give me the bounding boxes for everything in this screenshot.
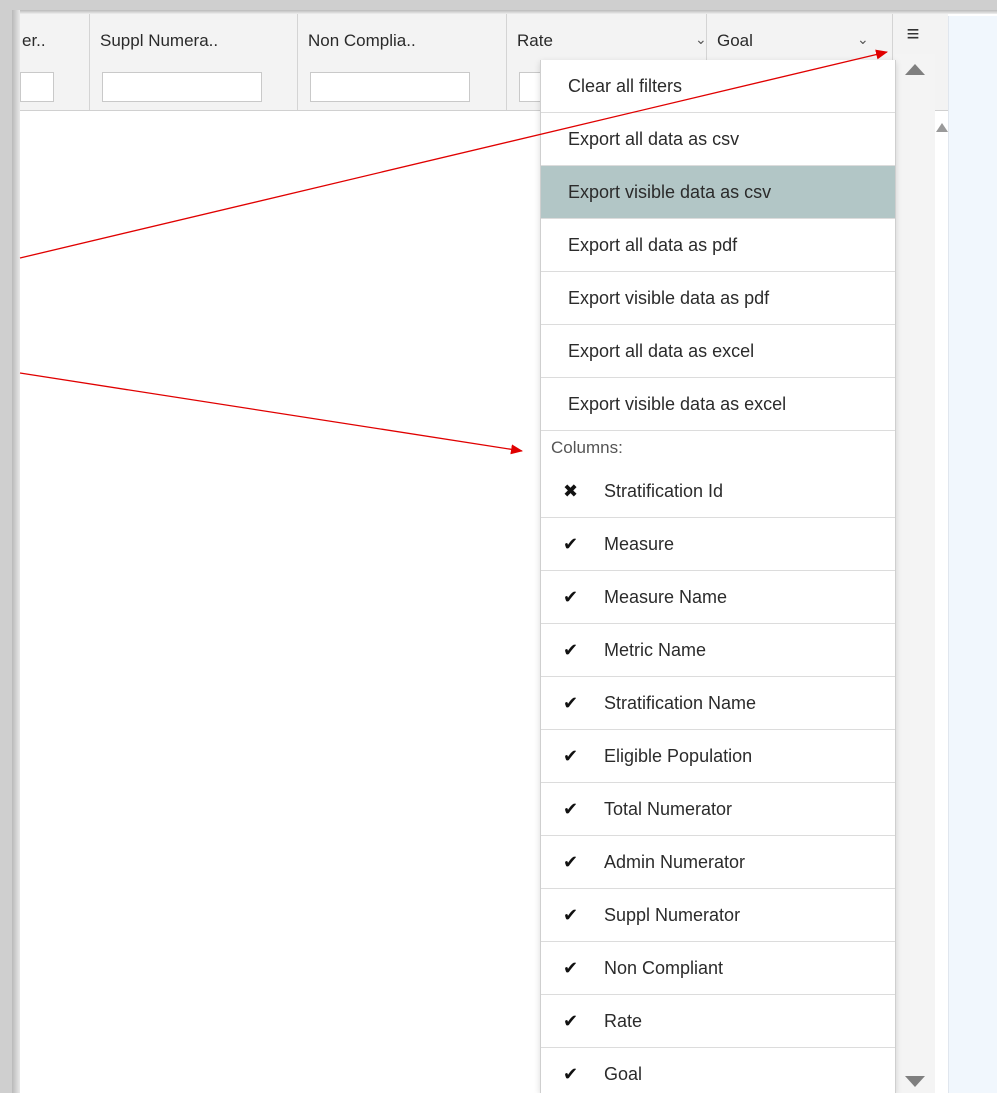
checkmark-icon: ✔ — [563, 640, 579, 660]
menu-item-export-visible-excel[interactable]: Export visible data as excel — [541, 378, 895, 431]
checkmark-icon: ✔ — [563, 693, 579, 713]
chevron-down-icon[interactable]: ⌄ — [695, 31, 707, 48]
column-toggle-item[interactable]: ✔ Total Numerator — [541, 783, 895, 836]
menu-item-export-all-csv[interactable]: Export all data as csv — [541, 113, 895, 166]
columns-heading: Columns: — [551, 438, 623, 457]
column-toggle-label: Stratification Id — [604, 481, 724, 501]
column-title: er.. — [22, 31, 46, 50]
menu-item-export-all-pdf[interactable]: Export all data as pdf — [541, 219, 895, 272]
checkmark-icon: ✔ — [563, 852, 579, 872]
column-title: Rate — [517, 31, 553, 50]
column-title: Suppl Numera.. — [100, 31, 219, 50]
column-toggle-label: Measure Name — [604, 587, 728, 607]
column-toggle-item[interactable]: ✔ Stratification Name — [541, 677, 895, 730]
checkmark-icon: ✔ — [563, 905, 579, 925]
column-toggle-item[interactable]: ✔ Admin Numerator — [541, 836, 895, 889]
menu-item-export-all-excel[interactable]: Export all data as excel — [541, 325, 895, 378]
column-toggle-label: Measure — [604, 534, 675, 554]
column-filter-input[interactable] — [20, 72, 54, 102]
grid-menu: Clear all filters Export all data as csv… — [540, 60, 896, 1093]
column-toggle-item[interactable]: ✖ Stratification Id — [541, 465, 895, 518]
scroll-down-arrow-icon[interactable] — [905, 1076, 925, 1087]
frame-left-edge — [12, 10, 20, 1093]
cross-icon: ✖ — [563, 481, 579, 501]
column-toggle-label: Admin Numerator — [604, 852, 746, 872]
column-toggle-label: Metric Name — [604, 640, 707, 660]
checkmark-icon: ✔ — [563, 1064, 579, 1084]
column-toggle-item[interactable]: ✔ Suppl Numerator — [541, 889, 895, 942]
column-toggle-label: Goal — [604, 1064, 643, 1084]
menu-item-export-visible-pdf[interactable]: Export visible data as pdf — [541, 272, 895, 325]
column-toggle-item[interactable]: ✔ Goal — [541, 1048, 895, 1093]
column-filter-input[interactable] — [310, 72, 470, 102]
column-header-0[interactable]: er.. — [20, 14, 90, 110]
column-toggle-item[interactable]: ✔ Metric Name — [541, 624, 895, 677]
checkmark-icon: ✔ — [563, 958, 579, 978]
column-toggle-item[interactable]: ✔ Rate — [541, 995, 895, 1048]
column-toggle-label: Stratification Name — [604, 693, 757, 713]
checkmark-icon: ✔ — [563, 746, 579, 766]
scroll-up-arrow-icon[interactable] — [905, 64, 925, 75]
checkmark-icon: ✔ — [563, 1011, 579, 1031]
column-title: Non Complia.. — [308, 31, 416, 50]
side-panel — [948, 16, 997, 1093]
column-toggle-item[interactable]: ✔ Eligible Population — [541, 730, 895, 783]
menu-item-export-visible-csv[interactable]: Export visible data as csv — [541, 166, 895, 219]
column-filter-input[interactable] — [102, 72, 262, 102]
checkmark-icon: ✔ — [563, 799, 579, 819]
hamburger-icon[interactable]: ≡ — [893, 14, 933, 54]
vertical-scrollbar[interactable] — [895, 54, 935, 1093]
column-toggle-label: Eligible Population — [604, 746, 753, 766]
column-toggle-label: Non Compliant — [604, 958, 724, 978]
checkmark-icon: ✔ — [563, 534, 579, 554]
menu-item-clear-filters[interactable]: Clear all filters — [541, 60, 895, 113]
column-toggle-item[interactable]: ✔ Measure — [541, 518, 895, 571]
column-title: Goal — [717, 31, 753, 50]
column-toggle-label: Rate — [604, 1011, 643, 1031]
column-header-non-compliant[interactable]: Non Complia.. — [298, 14, 507, 110]
column-toggle-label: Total Numerator — [604, 799, 733, 819]
column-header-suppl-numerator[interactable]: Suppl Numera.. — [90, 14, 298, 110]
resize-triangle-icon — [936, 123, 948, 132]
column-toggle-item[interactable]: ✔ Measure Name — [541, 571, 895, 624]
column-toggle-item[interactable]: ✔ Non Compliant — [541, 942, 895, 995]
chevron-down-icon[interactable]: ⌄ — [857, 31, 869, 48]
column-toggle-label: Suppl Numerator — [604, 905, 741, 925]
checkmark-icon: ✔ — [563, 587, 579, 607]
